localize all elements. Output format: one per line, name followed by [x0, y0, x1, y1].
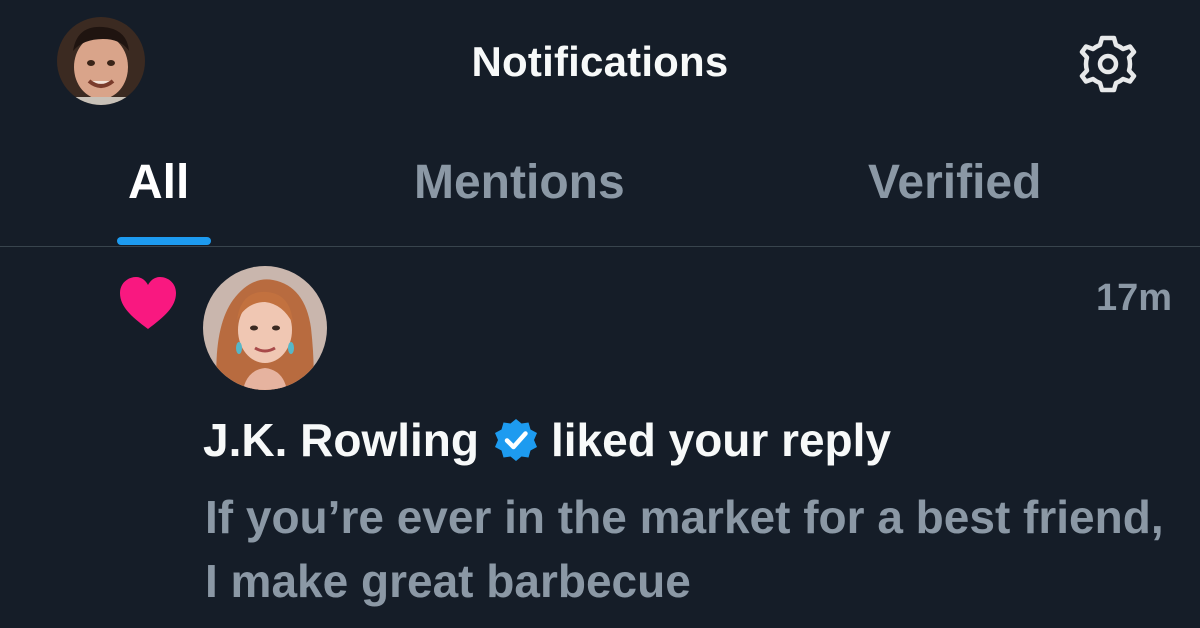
notification-action: J.K. Rowling liked your reply: [203, 413, 891, 467]
tab-verified[interactable]: Verified: [868, 155, 1041, 210]
verified-badge-icon: [495, 419, 537, 461]
notification-time: 17m: [1095, 277, 1172, 319]
tab-all[interactable]: All: [128, 155, 189, 210]
heart-icon: [120, 277, 176, 329]
page-title: Notifications: [471, 38, 729, 85]
settings-button[interactable]: [1076, 32, 1140, 96]
like-notification[interactable]: 17m J.K. Rowling liked your reply If you…: [0, 247, 1200, 628]
top-bar: Notifications: [0, 0, 1200, 125]
user-name[interactable]: J.K. Rowling: [203, 413, 479, 467]
notification-tabs: All Mentions Verified: [0, 125, 1200, 247]
user-avatar[interactable]: [203, 266, 327, 390]
tab-mentions[interactable]: Mentions: [414, 155, 625, 210]
reply-text[interactable]: If you’re ever in the market for a best …: [205, 485, 1165, 613]
active-tab-indicator: [117, 237, 211, 245]
action-text: liked your reply: [551, 414, 892, 466]
gear-icon: [1079, 35, 1137, 93]
